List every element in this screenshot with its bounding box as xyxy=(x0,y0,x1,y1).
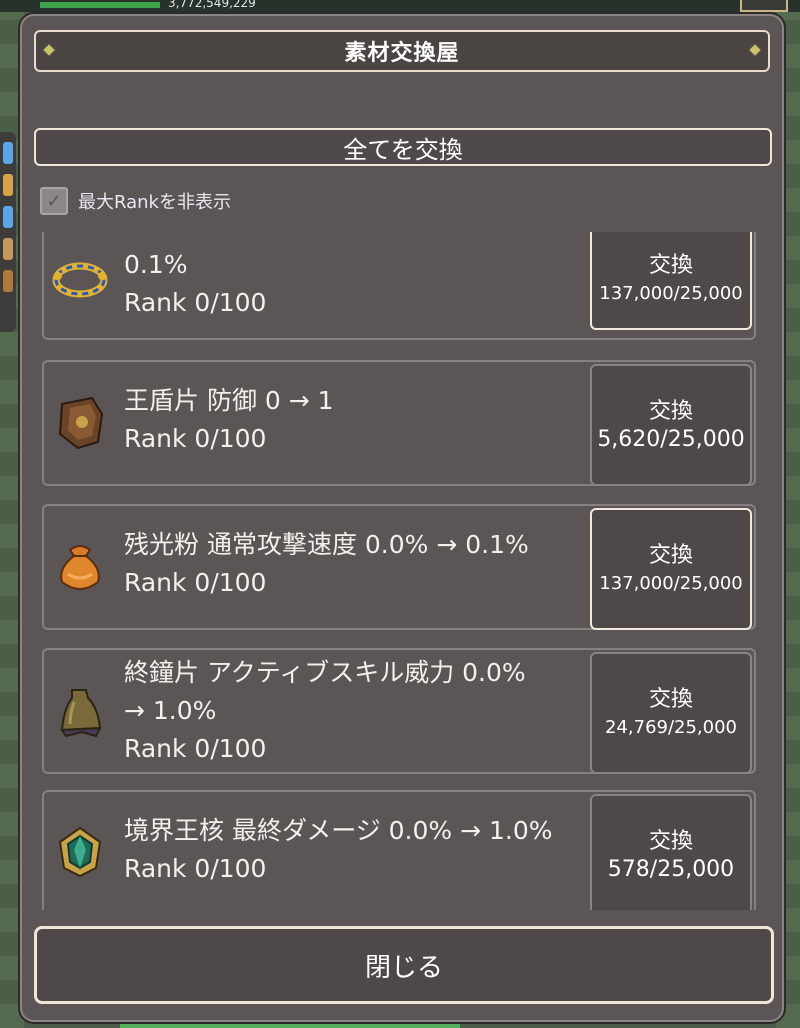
exchange-all-button[interactable]: 全てを交換 xyxy=(34,128,772,166)
ring-icon xyxy=(52,262,108,298)
exchange-button-label: 交換 xyxy=(648,829,693,854)
item-description-line2: 0.1% xyxy=(124,250,188,279)
exchange-button-label: 交換 xyxy=(648,253,693,278)
material-count: 24,769/25,000 xyxy=(604,717,738,738)
material-count: 578/25,000 xyxy=(607,857,735,882)
item-description: 残光粉 通常攻撃速度 0.0% → 0.1% xyxy=(124,530,529,559)
blue-gem-icon xyxy=(3,142,13,164)
exchange-button[interactable]: 交換 137,000/25,000 xyxy=(590,232,752,330)
exchange-button-label: 交換 xyxy=(648,687,693,712)
side-item-strip xyxy=(0,132,16,332)
list-item: 王盾片 防御 0 → 1 Rank 0/100 交換 5,620/25,000 xyxy=(42,360,756,486)
item-rank: Rank 0/100 xyxy=(124,854,267,883)
list-item: 残光粉 通常攻撃速度 0.0% → 0.1% Rank 0/100 交換 137… xyxy=(42,504,756,630)
close-button[interactable]: 閉じる xyxy=(34,926,774,1004)
diamond-ornament-icon xyxy=(41,42,57,58)
material-count: 137,000/25,000 xyxy=(599,573,743,594)
exchange-button[interactable]: 交換 5,620/25,000 xyxy=(590,364,752,486)
item-description: 王盾片 防御 0 → 1 xyxy=(124,386,334,415)
exchange-button[interactable]: 交換 578/25,000 xyxy=(590,794,752,910)
hp-bar xyxy=(40,2,160,8)
item-rank: Rank 0/100 xyxy=(124,568,267,597)
list-item: 境界王核 最終ダメージ 0.0% → 1.0% Rank 0/100 交換 57… xyxy=(42,790,756,910)
item-rank: Rank 0/100 xyxy=(124,734,267,763)
list-item: 0.1% Rank 0/100 交換 137,000/25,000 xyxy=(42,232,756,340)
hide-max-rank-label: 最大Rankを非表示 xyxy=(78,192,231,213)
powder-bag-icon xyxy=(60,545,100,590)
material-exchange-dialog: 素材交換屋 全てを交換 ✓ 最大Rankを非表示 0.1% Rank 0/100… xyxy=(20,14,784,1022)
exchange-button[interactable]: 交換 137,000/25,000 xyxy=(590,508,752,630)
diamond-ornament-icon xyxy=(747,42,763,58)
item-rank: Rank 0/100 xyxy=(124,288,267,317)
shield-fragment-icon xyxy=(58,396,104,450)
item-description-line2: → 1.0% xyxy=(124,696,217,725)
dialog-title-bar: 素材交換屋 xyxy=(34,30,770,72)
hide-max-rank-checkbox[interactable]: ✓ xyxy=(40,187,68,215)
exchange-list[interactable]: 0.1% Rank 0/100 交換 137,000/25,000 王盾片 防御… xyxy=(42,232,760,910)
material-count: 5,620/25,000 xyxy=(597,427,745,452)
money-counter: 3,772,549,229 xyxy=(168,0,256,10)
checkmark-icon: ✓ xyxy=(46,190,62,212)
horn-icon xyxy=(3,238,13,260)
top-hud: 3,772,549,229 xyxy=(0,0,800,12)
gold-item-icon xyxy=(3,174,13,196)
item-description: 終鐘片 アクティブスキル威力 0.0% xyxy=(124,658,526,687)
list-item: 終鐘片 アクティブスキル威力 0.0% → 1.0% Rank 0/100 交換… xyxy=(42,648,756,774)
blue-gem-icon xyxy=(3,206,13,228)
material-count: 137,000/25,000 xyxy=(599,283,743,304)
hide-max-rank-toggle[interactable]: ✓ 最大Rankを非表示 xyxy=(40,186,231,216)
exchange-button-label: 交換 xyxy=(648,543,693,568)
hud-corner-button[interactable] xyxy=(740,0,788,12)
item-description: 境界王核 最終ダメージ 0.0% → 1.0% xyxy=(124,816,553,845)
exchange-button[interactable]: 交換 24,769/25,000 xyxy=(590,652,752,774)
dialog-title: 素材交換屋 xyxy=(344,41,460,66)
exchange-button-label: 交換 xyxy=(648,399,693,424)
item-rank: Rank 0/100 xyxy=(124,424,267,453)
gem-core-icon xyxy=(58,826,102,878)
bell-fragment-icon xyxy=(60,689,102,738)
bag-icon xyxy=(3,270,13,292)
